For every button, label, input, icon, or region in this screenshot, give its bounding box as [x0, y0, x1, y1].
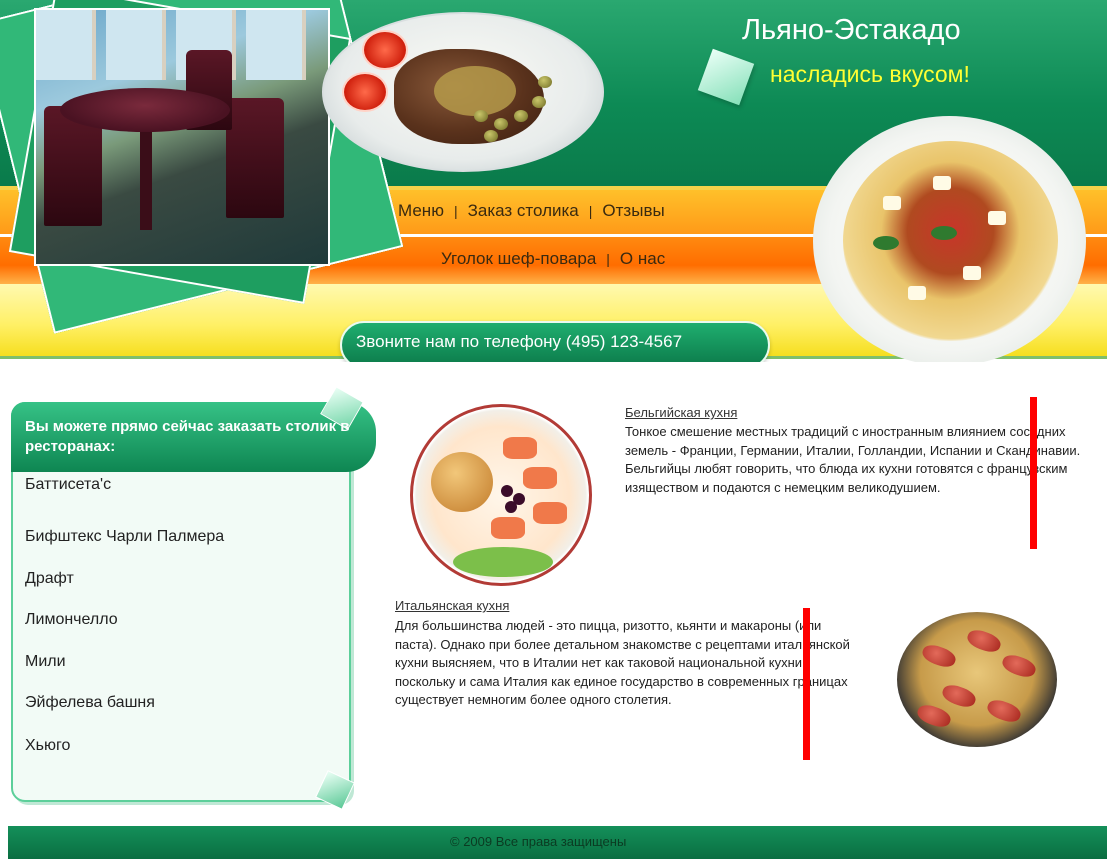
sausage-slice	[984, 696, 1024, 726]
sausage-slice	[919, 641, 959, 671]
tomato-slice	[342, 72, 388, 112]
salmon-slice	[533, 502, 567, 524]
site-title: Льяно-Эстакадо	[742, 14, 961, 46]
restaurant-link[interactable]: Эйфелева башня	[25, 694, 155, 712]
olive	[514, 110, 528, 122]
red-marker-bar	[1030, 397, 1037, 549]
nav-link-table-booking[interactable]: Заказ столика	[468, 201, 579, 220]
round-table	[60, 88, 230, 132]
salmon-slice	[503, 437, 537, 459]
site-header: Льяно-Эстакадо насладись вкусом! Меню | За…	[0, 0, 1107, 362]
nav-link-about[interactable]: О нас	[620, 249, 665, 268]
article-text-belgian: Тонкое смешение местных традиций с иност…	[625, 424, 1081, 495]
sausage-slice	[939, 681, 979, 711]
restaurant-link[interactable]: Лимончелло	[25, 611, 118, 629]
restaurant-link[interactable]: Мили	[25, 653, 66, 671]
cheese-piece	[933, 176, 951, 190]
olive	[532, 96, 546, 108]
main-nav-row-2: Уголок шеф-повара | О нас	[441, 249, 665, 269]
red-marker-bar	[803, 608, 810, 760]
footer-copyright: © 2009 Все права защищены	[450, 834, 627, 849]
olive	[474, 110, 488, 122]
herb-leaf	[873, 236, 899, 250]
cheese-piece	[908, 286, 926, 300]
grape	[501, 485, 513, 497]
chair	[226, 98, 284, 218]
grape	[505, 501, 517, 513]
salmon-slice	[491, 517, 525, 539]
restaurant-link[interactable]: Драфт	[25, 570, 74, 588]
pasta-plate-image	[813, 116, 1086, 362]
sauce	[434, 66, 516, 116]
nav-separator: |	[588, 203, 593, 219]
belgian-dish-image	[410, 404, 592, 586]
window-pane	[36, 10, 96, 80]
cheese-piece	[988, 211, 1006, 225]
nav-link-reviews[interactable]: Отзывы	[602, 201, 664, 220]
steak-plate-image	[322, 12, 604, 172]
lettuce	[453, 547, 553, 577]
phone-banner-text: Звоните нам по телефону (495) 123-4567	[356, 332, 683, 351]
olive	[538, 76, 552, 88]
sidebar-heading: Вы можете прямо сейчас заказать столик в…	[25, 418, 350, 455]
italian-dish-image	[897, 612, 1057, 747]
article-title-italian[interactable]: Итальянская кухня	[395, 598, 509, 613]
tomato-slice	[362, 30, 408, 70]
cheese-piece	[963, 266, 981, 280]
sausage-slice	[999, 651, 1039, 681]
olive	[494, 118, 508, 130]
window-pane	[246, 10, 306, 80]
table-leg	[140, 120, 152, 230]
article-title-belgian[interactable]: Бельгийская кухня	[625, 405, 737, 420]
main-nav-row-1: Меню | Заказ столика | Отзывы	[398, 201, 665, 221]
nav-separator: |	[453, 203, 458, 219]
sausage-slice	[914, 701, 954, 731]
sausage-slice	[964, 626, 1004, 656]
article-text-italian: Для большинства людей - это пицца, ризот…	[395, 618, 850, 708]
nav-link-menu[interactable]: Меню	[398, 201, 444, 220]
cheese-piece	[883, 196, 901, 210]
croissant	[431, 452, 493, 512]
nav-separator: |	[606, 251, 610, 267]
olive	[484, 130, 498, 142]
salmon-slice	[523, 467, 557, 489]
restaurant-interior-photo	[34, 8, 330, 266]
herb-leaf	[931, 226, 957, 240]
restaurant-link[interactable]: Баттисета'с	[25, 476, 111, 494]
window-pane	[106, 10, 166, 80]
nav-link-chef-corner[interactable]: Уголок шеф-повара	[441, 249, 596, 268]
restaurant-link[interactable]: Хьюго	[25, 737, 70, 755]
site-slogan: насладись вкусом!	[770, 61, 970, 87]
restaurant-link[interactable]: Бифштекс Чарли Палмера	[25, 528, 224, 546]
